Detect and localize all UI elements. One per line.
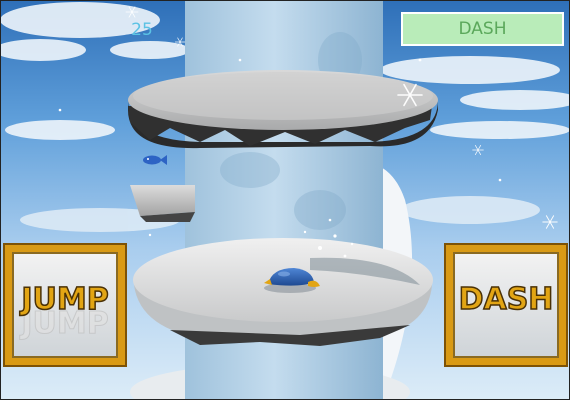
jump-button-label: JUMP <box>21 281 110 318</box>
jump-button[interactable]: JUMP JUMP <box>3 243 127 367</box>
score-counter: 25 <box>131 20 153 40</box>
jump-button-face: JUMP JUMP <box>12 252 118 358</box>
fish-icon <box>143 155 167 165</box>
game-viewport[interactable]: 25 DASH JUMP JUMP DASH <box>0 0 570 400</box>
dash-button-face: DASH <box>453 252 559 358</box>
dash-button-label: DASH <box>458 281 554 318</box>
dash-meter: DASH <box>401 12 564 46</box>
dash-button[interactable]: DASH <box>444 243 568 367</box>
dash-meter-label: DASH <box>458 19 507 39</box>
